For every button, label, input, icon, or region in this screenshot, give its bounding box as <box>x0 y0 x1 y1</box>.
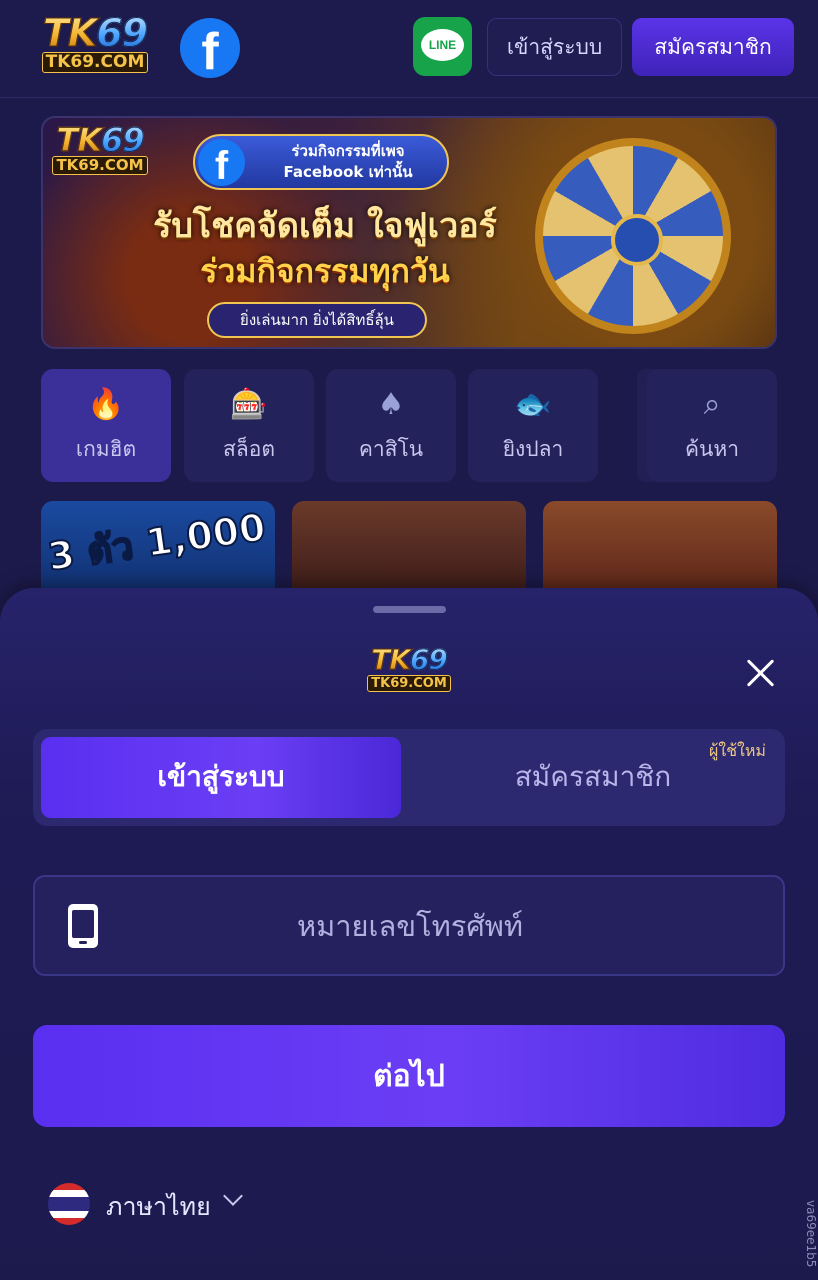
chevron-down-icon <box>223 1186 243 1206</box>
banner-logo: TK69 TK69.COM <box>49 124 151 175</box>
next-button[interactable]: ต่อไป <box>33 1025 785 1127</box>
phone-input[interactable] <box>125 877 695 974</box>
fish-icon: 🐟 <box>514 387 552 422</box>
game-thumbnail[interactable] <box>543 501 777 601</box>
banner-logo-domain: TK69.COM <box>52 156 148 175</box>
logo-domain: TK69.COM <box>41 52 149 73</box>
game-thumbnail-text: 3 ตัว 1,000 <box>44 504 269 580</box>
category-label: คาสิโน <box>358 437 424 461</box>
new-user-badge: ผู้ใช้ใหม่ <box>709 741 766 760</box>
banner-fb-line1: ร่วมกิจกรรมที่เพจ <box>291 142 405 160</box>
logo-text: TK <box>42 11 97 55</box>
sheet-logo-domain: TK69.COM <box>367 675 451 692</box>
category-label: เกมฮิต <box>75 437 137 461</box>
category-label: สล็อต <box>223 437 275 461</box>
slot-machine-icon: 🎰 <box>230 387 268 422</box>
top-bar: TK69 TK69.COM f LINE เข้าสู่ระบบ สมัครสม… <box>0 0 818 98</box>
line-label: LINE <box>421 29 464 61</box>
flame-icon: 🔥 <box>87 387 125 422</box>
login-sheet: TK69 TK69.COM เข้าสู่ระบบ สมัครสมาชิก ผู… <box>0 588 818 1280</box>
banner-fb-line2: Facebook เท่านั้น <box>283 163 413 181</box>
site-logo[interactable]: TK69 TK69.COM <box>38 14 152 73</box>
sheet-drag-handle[interactable] <box>373 606 446 613</box>
game-thumbnail[interactable] <box>292 501 526 601</box>
thai-flag-icon <box>48 1183 90 1225</box>
login-button[interactable]: เข้าสู่ระบบ <box>487 18 622 76</box>
category-fishing[interactable]: 🐟 ยิงปลา <box>468 369 598 482</box>
banner-subheadline: ร่วมกิจกรรมทุกวัน <box>200 252 450 290</box>
language-selector[interactable]: ภาษาไทย <box>48 1183 268 1227</box>
banner-headline: รับโชคจัดเต็ม ใจฟูเวอร์ <box>153 206 497 246</box>
auth-tabs: เข้าสู่ระบบ สมัครสมาชิก ผู้ใช้ใหม่ <box>33 729 785 826</box>
prize-wheel-image <box>535 138 731 334</box>
tab-login[interactable]: เข้าสู่ระบบ <box>41 737 401 818</box>
category-label: ยิงปลา <box>502 437 564 461</box>
category-search[interactable]: ⌕ ค้นหา <box>647 369 777 482</box>
category-slots[interactable]: 🎰 สล็อต <box>184 369 314 482</box>
facebook-icon[interactable]: f <box>180 18 240 78</box>
mobile-phone-icon <box>68 904 98 948</box>
category-hot-games[interactable]: 🔥 เกมฮิต <box>41 369 171 482</box>
category-bar: 🔥 เกมฮิต 🎰 สล็อต ♠ คาสิโน 🐟 ยิงปลา ⌕ ค้น… <box>41 369 777 482</box>
sheet-logo-number: 69 <box>409 643 448 676</box>
close-icon[interactable] <box>740 652 782 694</box>
banner-facebook-text: ร่วมกิจกรรมที่เพจ Facebook เท่านั้น <box>253 141 443 183</box>
search-icon: ⌕ <box>703 387 721 422</box>
language-label: ภาษาไทย <box>106 1192 211 1221</box>
sheet-logo: TK69 TK69.COM <box>364 643 454 692</box>
watermark-text: va69ee1b5 <box>804 1200 818 1268</box>
game-grid: 3 ตัว 1,000 <box>41 501 777 601</box>
banner-logo-text: TK <box>56 121 103 159</box>
category-casino[interactable]: ♠ คาสิโน <box>326 369 456 482</box>
poker-chip-icon: ♠ <box>377 387 405 422</box>
category-label: ค้นหา <box>684 437 740 461</box>
phone-field <box>33 875 785 976</box>
register-button[interactable]: สมัครสมาชิก <box>632 18 794 76</box>
game-thumbnail[interactable]: 3 ตัว 1,000 <box>41 501 275 601</box>
banner-facebook-pill: f ร่วมกิจกรรมที่เพจ Facebook เท่านั้น <box>193 134 449 190</box>
banner-logo-number: 69 <box>101 121 146 159</box>
line-icon[interactable]: LINE <box>413 17 472 76</box>
banner-tagline: ยิ่งเล่นมาก ยิ่งได้สิทธิ์ลุ้น <box>207 302 427 338</box>
sheet-logo-text: TK <box>371 643 412 676</box>
banner-facebook-icon: f <box>198 139 245 186</box>
promo-banner[interactable]: TK69 TK69.COM f ร่วมกิจกรรมที่เพจ Facebo… <box>41 116 777 349</box>
logo-number: 69 <box>96 11 149 55</box>
